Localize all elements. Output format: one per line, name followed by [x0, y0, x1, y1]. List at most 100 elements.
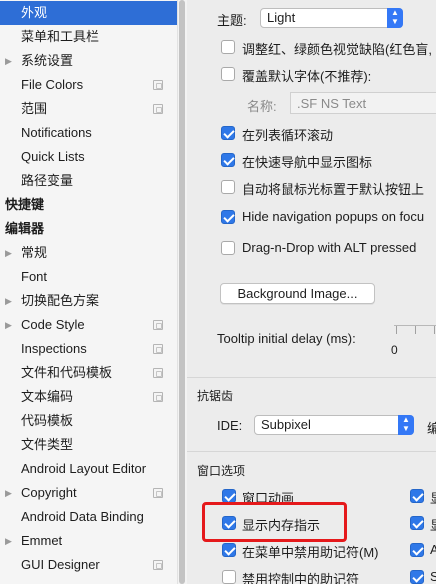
sidebar-item-inspections[interactable]: Inspections — [0, 337, 177, 361]
sidebar-item-label: 切换配色方案 — [21, 293, 100, 308]
sidebar-item-keymap[interactable]: 快捷键 — [0, 193, 177, 217]
show-icons-label: 在快速导航中显示图标 — [242, 155, 373, 170]
sidebar-item-label: Quick Lists — [21, 149, 85, 164]
right-column-label-clipped: 显 — [430, 488, 436, 507]
sidebar-item-path-variables[interactable]: 路径变量 — [0, 169, 177, 193]
color-deficiency-checkbox[interactable] — [221, 40, 235, 54]
sidebar-item-font[interactable]: Font — [0, 265, 177, 289]
right-column-label-clipped: S — [430, 569, 436, 584]
right-column-checkbox[interactable] — [410, 516, 424, 530]
sidebar-item-label: 快捷键 — [5, 197, 45, 212]
sidebar-item-file-encodings[interactable]: 文本编码 — [0, 385, 177, 409]
sidebar-item-system-settings[interactable]: ▶ 系统设置 — [0, 49, 177, 73]
sidebar-item-label: 编辑器 — [5, 221, 45, 236]
sidebar-item-general[interactable]: ▶ 常规 — [0, 241, 177, 265]
disable-menu-mnemonics-checkbox[interactable] — [222, 543, 236, 557]
tooltip-delay-min-value: 0 — [391, 343, 398, 357]
expand-arrow-icon[interactable]: ▶ — [5, 481, 12, 505]
sidebar-item-android-data-binding[interactable]: Android Data Binding — [0, 505, 177, 529]
sidebar-item-label: File Colors — [21, 77, 84, 92]
expand-arrow-icon[interactable]: ▶ — [5, 289, 12, 313]
cyclic-scrolling-checkbox[interactable] — [221, 126, 235, 140]
right-column-checkbox[interactable] — [410, 570, 424, 584]
tooltip-delay-label: Tooltip initial delay (ms): — [217, 331, 356, 346]
sidebar-item-label: 文本编码 — [21, 389, 74, 404]
right-column-checkbox[interactable] — [410, 543, 424, 557]
right-column-label-clipped: 显 — [430, 515, 436, 534]
theme-select[interactable]: Light ▲ ▼ — [260, 8, 403, 28]
sidebar-item-editor[interactable]: 编辑器 — [0, 217, 177, 241]
sidebar-item-file-colors[interactable]: File Colors — [0, 73, 177, 97]
window-animation-checkbox[interactable] — [222, 489, 236, 503]
project-settings-icon — [153, 320, 163, 330]
override-font-checkbox[interactable] — [221, 67, 235, 81]
sidebar-item-gui-designer[interactable]: GUI Designer — [0, 553, 177, 577]
sidebar-item-file-templates[interactable]: 文件和代码模板 — [0, 361, 177, 385]
sidebar-item-label: Code Style — [21, 317, 85, 332]
theme-label: 主题: — [217, 13, 247, 28]
select-stepper-icon: ▲ ▼ — [387, 8, 403, 28]
hide-navigation-popups-label: Hide navigation popups on focu — [242, 209, 425, 224]
editor-antialiasing-label-clipped: 编 — [427, 421, 436, 436]
sidebar-item-label: Copyright — [21, 485, 77, 500]
sidebar-item-label: 外观 — [21, 5, 48, 20]
sidebar-item-file-types[interactable]: 文件类型 — [0, 433, 177, 457]
sidebar-item-live-templates[interactable]: 代码模板 — [0, 409, 177, 433]
expand-arrow-icon[interactable]: ▶ — [5, 313, 12, 337]
show-icons-checkbox[interactable] — [221, 153, 235, 167]
project-settings-icon — [153, 104, 163, 114]
ide-antialiasing-select[interactable]: Subpixel ▲ ▼ — [254, 415, 414, 435]
window-options-section-title: 窗口选项 — [197, 464, 246, 478]
mouse-to-default-button-checkbox[interactable] — [221, 180, 235, 194]
project-settings-icon — [153, 392, 163, 402]
slider-tick — [415, 326, 416, 334]
sidebar-item-label: Notifications — [21, 125, 92, 140]
sidebar-item-code-style[interactable]: ▶ Code Style — [0, 313, 177, 337]
font-name-field[interactable]: .SF NS Text — [290, 92, 436, 114]
right-column-label-clipped: A — [430, 542, 436, 557]
sidebar-item-label: 常规 — [21, 245, 48, 260]
project-settings-icon — [153, 368, 163, 378]
drag-n-drop-alt-checkbox[interactable] — [221, 241, 235, 255]
font-name-label: 名称: — [247, 99, 277, 114]
highlight-annotation-box — [202, 502, 347, 542]
sidebar-item-label: 系统设置 — [21, 53, 74, 68]
sidebar-item-quick-lists[interactable]: Quick Lists — [0, 145, 177, 169]
sidebar-item-label: Emmet — [21, 533, 63, 548]
sidebar-item-android-layout-editor[interactable]: Android Layout Editor — [0, 457, 177, 481]
project-settings-icon — [153, 344, 163, 354]
font-name-placeholder: .SF NS Text — [297, 96, 367, 111]
theme-select-value: Light — [267, 10, 296, 25]
sidebar-item-scopes[interactable]: 范围 — [0, 97, 177, 121]
sidebar-item-menus-toolbars[interactable]: 菜单和工具栏 — [0, 25, 177, 49]
ide-antialiasing-value: Subpixel — [261, 417, 311, 432]
sidebar-item-label: Font — [21, 269, 48, 284]
sidebar-item-appearance[interactable]: 外观 — [0, 1, 177, 25]
mouse-to-default-button-label: 自动将鼠标光标置于默认按钮上 — [242, 182, 425, 197]
background-image-button[interactable]: Background Image... — [220, 283, 375, 304]
cyclic-scrolling-label: 在列表循环滚动 — [242, 128, 334, 143]
sidebar-item-label: 文件类型 — [21, 437, 74, 452]
expand-arrow-icon[interactable]: ▶ — [5, 529, 12, 553]
sidebar-scrollbar-thumb[interactable] — [179, 0, 185, 584]
hide-navigation-popups-checkbox[interactable] — [221, 210, 235, 224]
disable-control-mnemonics-checkbox[interactable] — [222, 570, 236, 584]
slider-tick — [396, 326, 397, 334]
sidebar-item-label: 路径变量 — [21, 173, 74, 188]
select-stepper-icon: ▲ ▼ — [398, 415, 414, 435]
right-column-checkbox[interactable] — [410, 489, 424, 503]
section-divider — [187, 451, 436, 452]
sidebar-item-label: GUI Designer — [21, 557, 100, 572]
sidebar-item-color-scheme[interactable]: ▶ 切换配色方案 — [0, 289, 177, 313]
expand-arrow-icon[interactable]: ▶ — [5, 241, 12, 265]
expand-arrow-icon[interactable]: ▶ — [5, 49, 12, 73]
sidebar-item-label: 文件和代码模板 — [21, 365, 113, 380]
sidebar-item-emmet[interactable]: ▶ Emmet — [0, 529, 177, 553]
sidebar-item-copyright[interactable]: ▶ Copyright — [0, 481, 177, 505]
slider-tick — [434, 326, 435, 334]
project-settings-icon — [153, 488, 163, 498]
sidebar-item-notifications[interactable]: Notifications — [0, 121, 177, 145]
sidebar-item-label: Android Layout Editor — [21, 461, 147, 476]
sidebar-item-label: 菜单和工具栏 — [21, 29, 100, 44]
antialiasing-section-title: 抗锯齿 — [197, 389, 234, 403]
